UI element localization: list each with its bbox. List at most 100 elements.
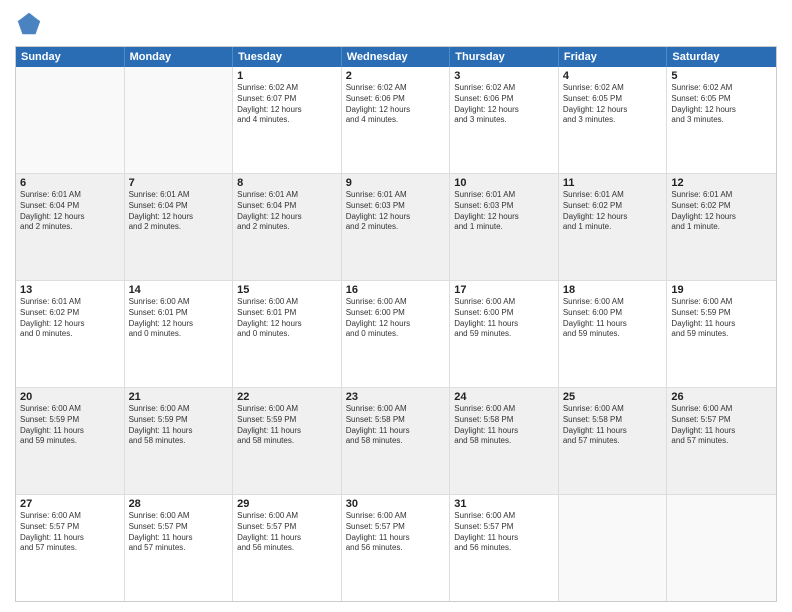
day-number: 20 [20,391,120,403]
day-info: Sunrise: 6:01 AM Sunset: 6:02 PM Dayligh… [563,190,663,233]
calendar-cell [125,67,234,173]
day-number: 24 [454,391,554,403]
day-number: 30 [346,498,446,510]
day-info: Sunrise: 6:00 AM Sunset: 5:58 PM Dayligh… [454,404,554,447]
day-number: 29 [237,498,337,510]
day-number: 15 [237,284,337,296]
day-number: 1 [237,70,337,82]
day-number: 28 [129,498,229,510]
day-number: 4 [563,70,663,82]
day-info: Sunrise: 6:02 AM Sunset: 6:06 PM Dayligh… [454,83,554,126]
calendar-cell: 31Sunrise: 6:00 AM Sunset: 5:57 PM Dayli… [450,495,559,601]
calendar-cell: 30Sunrise: 6:00 AM Sunset: 5:57 PM Dayli… [342,495,451,601]
weekday-header: Thursday [450,47,559,67]
calendar-cell: 21Sunrise: 6:00 AM Sunset: 5:59 PM Dayli… [125,388,234,494]
day-number: 27 [20,498,120,510]
day-info: Sunrise: 6:01 AM Sunset: 6:04 PM Dayligh… [237,190,337,233]
weekday-header: Monday [125,47,234,67]
calendar-cell: 9Sunrise: 6:01 AM Sunset: 6:03 PM Daylig… [342,174,451,280]
day-number: 7 [129,177,229,189]
calendar-cell: 12Sunrise: 6:01 AM Sunset: 6:02 PM Dayli… [667,174,776,280]
day-info: Sunrise: 6:00 AM Sunset: 6:01 PM Dayligh… [129,297,229,340]
calendar-cell: 25Sunrise: 6:00 AM Sunset: 5:58 PM Dayli… [559,388,668,494]
day-info: Sunrise: 6:01 AM Sunset: 6:04 PM Dayligh… [129,190,229,233]
day-number: 8 [237,177,337,189]
day-number: 21 [129,391,229,403]
day-number: 3 [454,70,554,82]
calendar-row: 20 Sunrise: 6:00 AM Sunset: 5:59 PM Dayli… [16,388,776,495]
calendar-cell: 19Sunrise: 6:00 AM Sunset: 5:59 PM Dayli… [667,281,776,387]
day-info: Sunrise: 6:00 AM Sunset: 5:59 PM Dayligh… [129,404,229,447]
day-number: 12 [671,177,772,189]
day-info: Sunrise: 6:00 AM Sunset: 6:00 PM Dayligh… [454,297,554,340]
day-info: Sunrise: 6:02 AM Sunset: 6:05 PM Dayligh… [563,83,663,126]
day-number: 6 [20,177,120,189]
day-info: Sunrise: 6:00 AM Sunset: 5:57 PM Dayligh… [20,511,120,554]
day-number: 13 [20,284,120,296]
calendar-cell: 29Sunrise: 6:00 AM Sunset: 5:57 PM Dayli… [233,495,342,601]
calendar-cell [559,495,668,601]
calendar-cell: 15Sunrise: 6:00 AM Sunset: 6:01 PM Dayli… [233,281,342,387]
calendar-cell: 3Sunrise: 6:02 AM Sunset: 6:06 PM Daylig… [450,67,559,173]
day-info: Sunrise: 6:02 AM Sunset: 6:05 PM Dayligh… [671,83,772,126]
day-info: Sunrise: 6:00 AM Sunset: 5:58 PM Dayligh… [346,404,446,447]
calendar-cell: 23Sunrise: 6:00 AM Sunset: 5:58 PM Dayli… [342,388,451,494]
day-number: 9 [346,177,446,189]
weekday-header: Wednesday [342,47,451,67]
day-number: 11 [563,177,663,189]
calendar-cell: 20Sunrise: 6:00 AM Sunset: 5:59 PM Dayli… [16,388,125,494]
day-info: Sunrise: 6:00 AM Sunset: 5:57 PM Dayligh… [129,511,229,554]
calendar-cell: 5Sunrise: 6:02 AM Sunset: 6:05 PM Daylig… [667,67,776,173]
day-number: 22 [237,391,337,403]
day-info: Sunrise: 6:00 AM Sunset: 5:57 PM Dayligh… [237,511,337,554]
day-number: 2 [346,70,446,82]
calendar-cell: 4Sunrise: 6:02 AM Sunset: 6:05 PM Daylig… [559,67,668,173]
weekday-header: Saturday [667,47,776,67]
calendar-cell [16,67,125,173]
calendar-cell: 22Sunrise: 6:00 AM Sunset: 5:59 PM Dayli… [233,388,342,494]
day-info: Sunrise: 6:00 AM Sunset: 5:59 PM Dayligh… [671,297,772,340]
day-info: Sunrise: 6:02 AM Sunset: 6:07 PM Dayligh… [237,83,337,126]
logo [15,10,47,38]
day-number: 5 [671,70,772,82]
calendar-cell: 18Sunrise: 6:00 AM Sunset: 6:00 PM Dayli… [559,281,668,387]
day-number: 10 [454,177,554,189]
day-info: Sunrise: 6:00 AM Sunset: 6:00 PM Dayligh… [346,297,446,340]
calendar-cell: 11Sunrise: 6:01 AM Sunset: 6:02 PM Dayli… [559,174,668,280]
calendar-cell: 13Sunrise: 6:01 AM Sunset: 6:02 PM Dayli… [16,281,125,387]
day-info: Sunrise: 6:00 AM Sunset: 5:57 PM Dayligh… [346,511,446,554]
calendar-header: SundayMondayTuesdayWednesdayThursdayFrid… [16,47,776,67]
weekday-header: Friday [559,47,668,67]
calendar-cell: 24Sunrise: 6:00 AM Sunset: 5:58 PM Dayli… [450,388,559,494]
calendar-cell: 6Sunrise: 6:01 AM Sunset: 6:04 PM Daylig… [16,174,125,280]
day-info: Sunrise: 6:00 AM Sunset: 5:58 PM Dayligh… [563,404,663,447]
calendar: SundayMondayTuesdayWednesdayThursdayFrid… [15,46,777,602]
day-number: 18 [563,284,663,296]
calendar-row: 27Sunrise: 6:00 AM Sunset: 5:57 PM Dayli… [16,495,776,601]
calendar-row: 6 Sunrise: 6:01 AM Sunset: 6:04 PM Daylig… [16,174,776,281]
calendar-cell: 1Sunrise: 6:02 AM Sunset: 6:07 PM Daylig… [233,67,342,173]
calendar-cell [667,495,776,601]
weekday-header: Tuesday [233,47,342,67]
day-number: 26 [671,391,772,403]
calendar-cell: 28Sunrise: 6:00 AM Sunset: 5:57 PM Dayli… [125,495,234,601]
calendar-row: 1Sunrise: 6:02 AM Sunset: 6:07 PM Daylig… [16,67,776,174]
day-number: 14 [129,284,229,296]
day-info: Sunrise: 6:00 AM Sunset: 6:00 PM Dayligh… [563,297,663,340]
day-number: 19 [671,284,772,296]
calendar-cell: 26Sunrise: 6:00 AM Sunset: 5:57 PM Dayli… [667,388,776,494]
day-info: Sunrise: 6:01 AM Sunset: 6:03 PM Dayligh… [346,190,446,233]
day-number: 25 [563,391,663,403]
calendar-cell: 7Sunrise: 6:01 AM Sunset: 6:04 PM Daylig… [125,174,234,280]
calendar-cell: 8Sunrise: 6:01 AM Sunset: 6:04 PM Daylig… [233,174,342,280]
day-number: 16 [346,284,446,296]
calendar-cell: 27Sunrise: 6:00 AM Sunset: 5:57 PM Dayli… [16,495,125,601]
day-info: Sunrise: 6:00 AM Sunset: 5:57 PM Dayligh… [454,511,554,554]
day-info: Sunrise: 6:01 AM Sunset: 6:02 PM Dayligh… [20,297,120,340]
day-number: 31 [454,498,554,510]
page-container: SundayMondayTuesdayWednesdayThursdayFrid… [0,0,792,612]
calendar-cell: 2Sunrise: 6:02 AM Sunset: 6:06 PM Daylig… [342,67,451,173]
day-info: Sunrise: 6:00 AM Sunset: 6:01 PM Dayligh… [237,297,337,340]
calendar-row: 13Sunrise: 6:01 AM Sunset: 6:02 PM Dayli… [16,281,776,388]
weekday-header: Sunday [16,47,125,67]
